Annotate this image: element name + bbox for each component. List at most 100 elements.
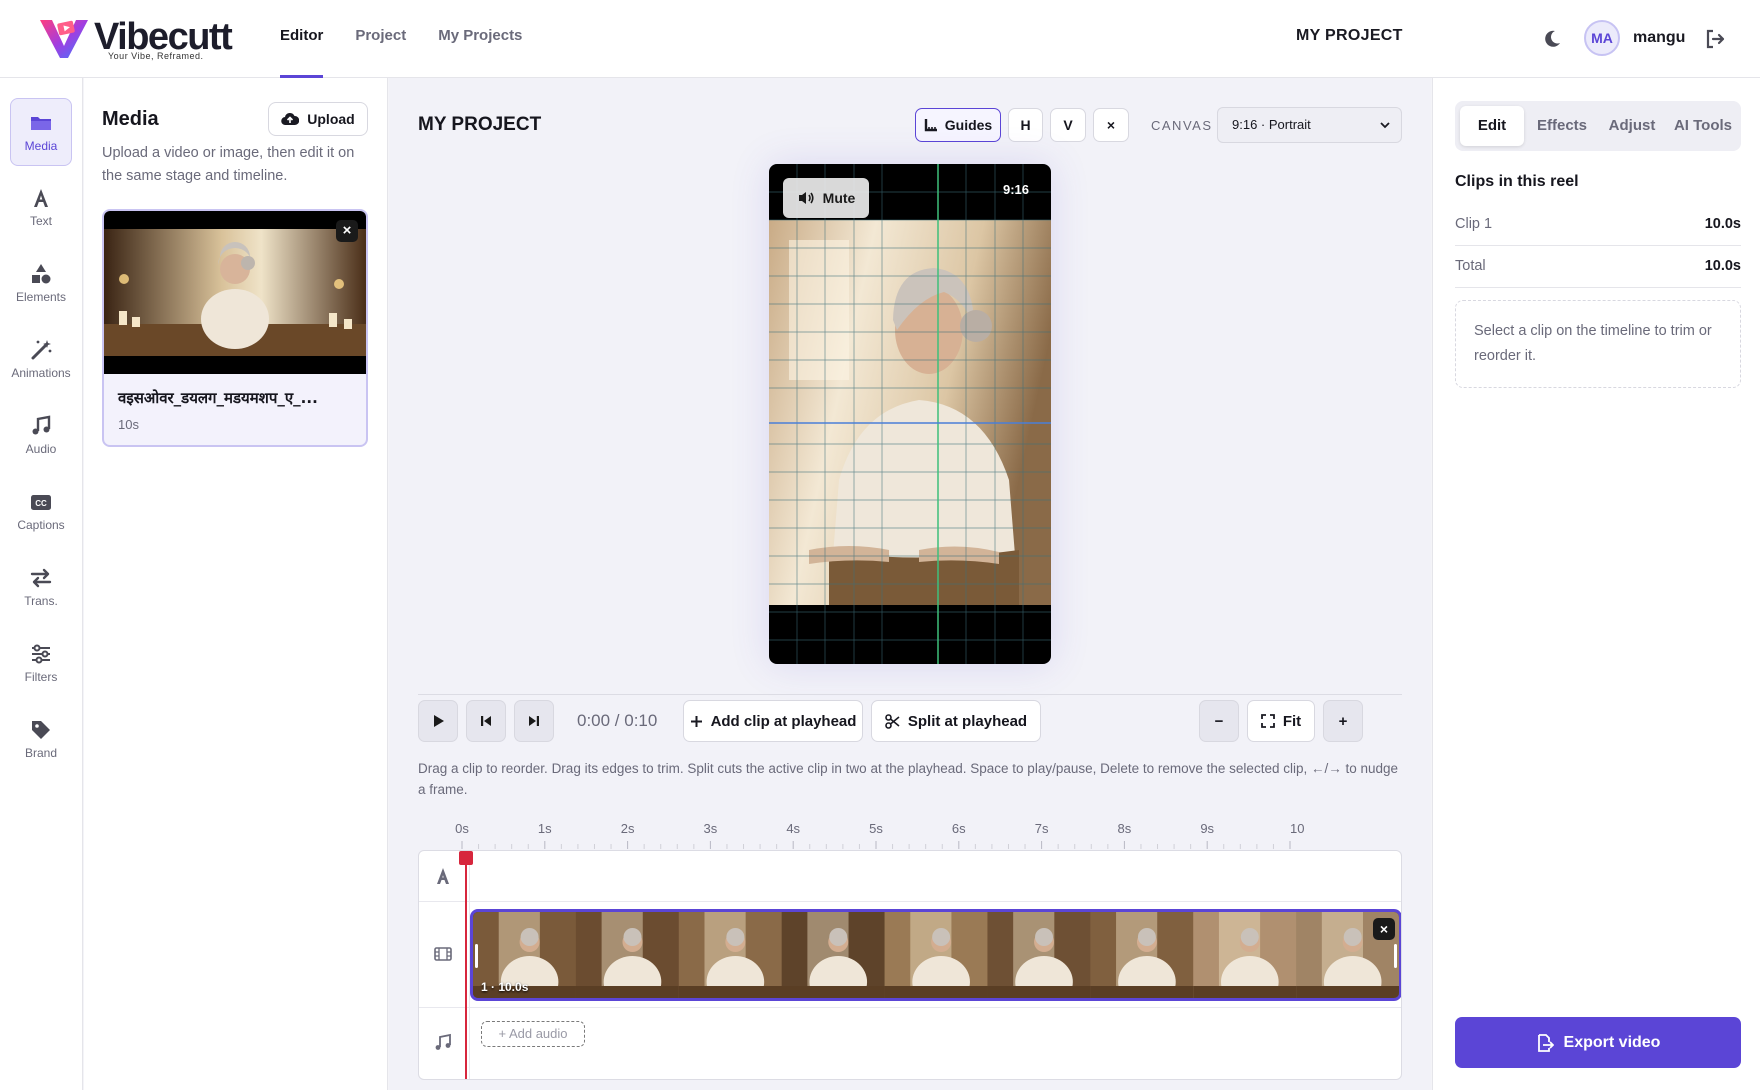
media-panel: Media Upload Upload a video or image, th… — [84, 78, 388, 1090]
vibecutt-logo[interactable]: Vibecutt Your Vibe, Reframed. — [38, 14, 238, 64]
playhead-handle[interactable] — [459, 851, 473, 865]
moon-icon[interactable] — [1540, 27, 1564, 51]
playhead[interactable] — [465, 851, 467, 1079]
rail-item-text[interactable]: Text — [10, 174, 72, 242]
rail-item-audio[interactable]: Audio — [10, 402, 72, 470]
export-video-button[interactable]: Export video — [1455, 1017, 1741, 1068]
rail-item-captions[interactable]: CC Captions — [10, 478, 72, 546]
fit-button[interactable]: Fit — [1247, 700, 1315, 742]
play-button[interactable] — [418, 700, 458, 742]
username[interactable]: mangu — [1633, 29, 1685, 47]
canvas-label: CANVAS — [1151, 118, 1213, 133]
clip-trim-start-handle[interactable] — [475, 944, 478, 968]
upload-button[interactable]: Upload — [268, 102, 368, 136]
text-track-icon — [437, 868, 449, 884]
ruler-tick-label: 1s — [538, 821, 552, 836]
add-audio-button[interactable]: + Add audio — [481, 1021, 585, 1047]
ruler-tick-label: 10 — [1290, 821, 1304, 836]
video-track-icon — [434, 947, 452, 961]
timecode: 0:00 / 0:10 — [577, 711, 658, 730]
music-note-icon — [32, 415, 51, 435]
select-clip-hint: Select a clip on the timeline to trim or… — [1455, 300, 1741, 388]
tab-effects[interactable]: Effects — [1528, 106, 1596, 146]
zoom-in-button[interactable]: + — [1323, 700, 1363, 742]
text-icon — [34, 189, 48, 207]
avatar[interactable]: MA — [1584, 20, 1620, 56]
media-item-duration: 10s — [118, 417, 139, 432]
clip-filmstrip — [473, 912, 1399, 998]
rail-label: Brand — [24, 746, 58, 760]
ruler-tick-label: 2s — [621, 821, 635, 836]
rail-label: Animations — [11, 366, 71, 380]
guides-toggle[interactable]: Guides — [915, 108, 1001, 142]
app-header: Vibecutt Your Vibe, Reframed. Editor Pro… — [0, 0, 1760, 78]
sliders-icon — [32, 644, 50, 664]
guides-label: Guides — [944, 117, 993, 133]
tab-ai-tools[interactable]: AI Tools — [1668, 106, 1738, 146]
rail-label: Trans. — [24, 594, 58, 608]
clip-label: 1 · 10.0s — [481, 980, 529, 994]
clip-trim-end-handle[interactable] — [1394, 944, 1397, 968]
ruler-tick-label: 0s — [455, 821, 469, 836]
tab-edit[interactable]: Edit — [1460, 106, 1524, 146]
logo-tagline: Your Vibe, Reframed. — [108, 51, 204, 61]
svg-text:CC: CC — [35, 499, 47, 508]
plus-icon — [690, 715, 702, 727]
upload-label: Upload — [307, 111, 355, 127]
horizontal-guide-button[interactable]: H — [1008, 108, 1043, 142]
split-label: Split at playhead — [907, 712, 1028, 730]
rail-label: Filters — [24, 670, 58, 684]
clip-row[interactable]: Clip 1 10.0s — [1455, 204, 1741, 246]
vertical-guide-button[interactable]: V — [1050, 108, 1086, 142]
fit-icon — [1260, 714, 1275, 728]
mute-button[interactable]: Mute — [783, 178, 869, 218]
media-description: Upload a video or image, then edit it on… — [102, 145, 355, 184]
nav-project[interactable]: Project — [355, 0, 406, 78]
rail-item-transitions[interactable]: Trans. — [10, 554, 72, 622]
remove-media-button[interactable]: × — [336, 220, 358, 242]
export-icon — [1537, 1033, 1554, 1052]
filmstrip-frame — [987, 912, 1092, 998]
rail-item-media[interactable]: Media — [10, 98, 72, 166]
editor-hint: Drag a clip to reorder. Drag its edges t… — [418, 761, 1399, 797]
speaker-icon — [798, 192, 814, 204]
filmstrip-frame — [575, 912, 680, 998]
skip-forward-button[interactable] — [514, 700, 554, 742]
tab-adjust[interactable]: Adjust — [1600, 106, 1664, 146]
canvas-ratio-select[interactable]: 9:16 · Portrait — [1217, 107, 1402, 143]
remove-clip-button[interactable]: × — [1373, 918, 1395, 940]
add-clip-label: Add clip at playhead — [710, 712, 857, 730]
transitions-icon — [30, 568, 52, 588]
fit-label: Fit — [1282, 712, 1302, 730]
rail-item-animations[interactable]: Animations — [10, 326, 72, 394]
media-panel-title: Media — [102, 108, 159, 130]
media-item[interactable]: × वइसओवर_डयलग_मडयमशप_ए_... 10s — [102, 209, 368, 447]
shapes-icon — [32, 264, 51, 284]
chevron-down-icon — [1380, 122, 1390, 129]
mute-label: Mute — [822, 190, 856, 206]
clips-section-title: Clips in this reel — [1455, 173, 1579, 190]
clear-guides-button[interactable]: × — [1093, 108, 1129, 142]
video-clip[interactable]: 1 · 10.0s × — [470, 909, 1401, 1001]
nav-my-projects[interactable]: My Projects — [438, 0, 522, 78]
rail-label: Captions — [17, 518, 65, 532]
zoom-out-button[interactable]: − — [1199, 700, 1239, 742]
rail-item-filters[interactable]: Filters — [10, 630, 72, 698]
filmstrip-frame — [1193, 912, 1298, 998]
add-clip-button[interactable]: Add clip at playhead — [683, 700, 863, 742]
rail-item-brand[interactable]: Brand — [10, 706, 72, 774]
ruler-tick-label: 5s — [869, 821, 883, 836]
nav-editor[interactable]: Editor — [280, 0, 324, 78]
closed-captions-icon: CC — [31, 495, 51, 510]
stage-area: MY PROJECT Guides H V × CANVAS 9:16 · Po… — [389, 78, 1431, 1090]
logout-icon[interactable] — [1704, 28, 1726, 50]
rail-item-elements[interactable]: Elements — [10, 250, 72, 318]
tool-rail: Media Text Elements Animations Audio CC … — [0, 78, 83, 1090]
logo-mark-icon — [40, 20, 88, 58]
ruler-tick-label: 9s — [1200, 821, 1214, 836]
ruler-tick-label: 6s — [952, 821, 966, 836]
skip-back-button[interactable] — [466, 700, 506, 742]
stage-title: MY PROJECT — [418, 114, 542, 135]
video-preview[interactable]: Mute 9:16 — [769, 164, 1051, 664]
split-button[interactable]: Split at playhead — [871, 700, 1041, 742]
